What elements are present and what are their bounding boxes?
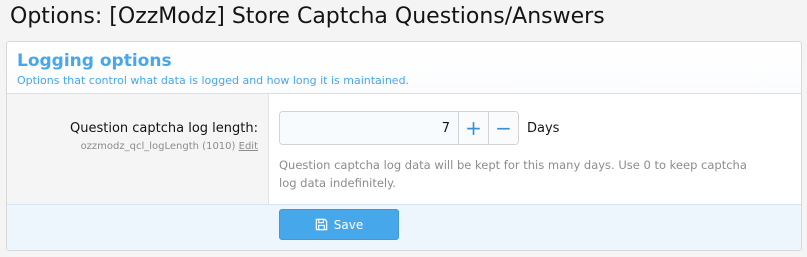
save-icon xyxy=(315,218,328,231)
log-length-input[interactable] xyxy=(280,112,458,144)
option-row-log-length: Question captcha log length: ozzmodz_qcl… xyxy=(7,94,801,204)
options-block: Logging options Options that control wha… xyxy=(6,41,802,251)
number-input-group: + − xyxy=(279,111,519,145)
section-description: Options that control what data is logged… xyxy=(17,74,410,87)
section-title: Logging options xyxy=(17,51,172,71)
increment-button[interactable]: + xyxy=(458,112,488,144)
option-hint: ozzmodz_qcl_logLength (1010) Edit xyxy=(7,141,258,152)
option-id: ozzmodz_qcl_logLength (1010) xyxy=(80,141,236,152)
minus-icon: − xyxy=(495,116,512,140)
option-input-column: + − Days Question captcha log data will … xyxy=(279,111,794,192)
decrement-button[interactable]: − xyxy=(488,112,518,144)
option-label-column: Question captcha log length: ozzmodz_qcl… xyxy=(7,94,269,204)
log-length-spinbox: + − Days xyxy=(279,111,794,145)
save-button-label: Save xyxy=(333,217,364,232)
save-button[interactable]: Save xyxy=(279,209,399,240)
units-label: Days xyxy=(527,120,560,136)
form-submit-row: Save xyxy=(7,204,801,250)
edit-link[interactable]: Edit xyxy=(239,141,258,152)
page-title: Options: [OzzModz] Store Captcha Questio… xyxy=(10,4,605,29)
option-explain: Question captcha log data will be kept f… xyxy=(279,158,747,190)
section-header: Logging options Options that control wha… xyxy=(7,42,801,94)
plus-icon: + xyxy=(465,116,482,140)
option-label: Question captcha log length: xyxy=(70,121,258,136)
